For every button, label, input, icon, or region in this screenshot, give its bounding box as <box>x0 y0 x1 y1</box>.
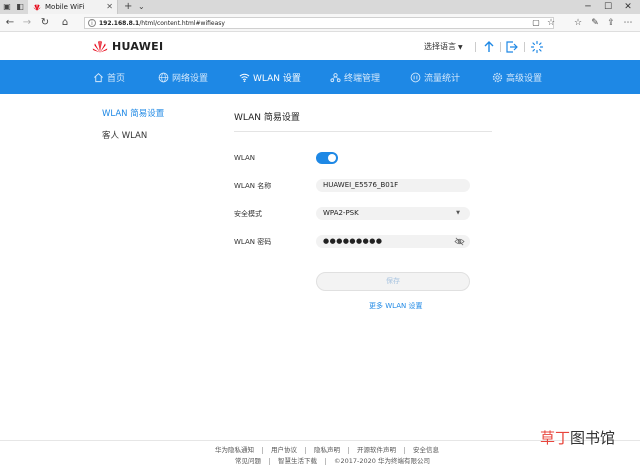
gear-icon <box>492 72 503 82</box>
nav-label: 流量统计 <box>424 73 461 84</box>
eye-hidden-icon[interactable] <box>454 237 465 246</box>
toggle-knob <box>328 154 336 162</box>
footer-link-privacy-notice[interactable]: 华为隐私通知 <box>215 445 254 455</box>
reading-view-icon[interactable]: ▢ <box>530 17 542 29</box>
sidebar-item-wlan-easy-setup[interactable]: WLAN 简易设置 <box>102 108 164 120</box>
browser-tab-bar: ▣ ◧ Mobile WiFi ✕ + ⌄ ─ ☐ ✕ <box>0 0 640 14</box>
tab-actions-icon[interactable]: ▣ <box>2 2 12 12</box>
wifi-icon <box>239 73 250 82</box>
url-text: 192.168.8.1/html/content.html#wifieasy <box>99 18 225 29</box>
url-field[interactable]: i 192.168.8.1/html/content.html#wifieasy <box>84 17 554 29</box>
footer-links-row-1: 华为隐私通知 用户协议 隐私声明 开源软件声明 安全信息 <box>215 445 439 455</box>
caret-down-icon: ▼ <box>456 210 460 216</box>
site-info-icon[interactable]: i <box>88 19 96 27</box>
devices-icon <box>330 72 341 82</box>
minimize-icon[interactable]: ─ <box>578 0 598 14</box>
nav-item-traffic-statistics[interactable]: 流量统计 <box>410 60 460 94</box>
favorites-icon[interactable]: ☆ <box>572 17 584 29</box>
star-icon[interactable]: ☆ <box>545 17 557 29</box>
tab-close-icon[interactable]: ✕ <box>106 1 113 13</box>
home-icon[interactable]: ⌂ <box>58 16 72 30</box>
header-separator <box>500 42 501 52</box>
nav-item-wlan-settings[interactable]: WLAN 设置 <box>239 60 301 94</box>
sidebar-item-guest-wlan[interactable]: 客人 WLAN <box>102 130 147 142</box>
watermark-part2: 图书馆 <box>570 429 616 447</box>
footer-link-app-download[interactable]: 智慧生活下载 <box>278 456 317 466</box>
site-header: HUAWEI 选择语言 ▼ <box>0 33 640 60</box>
footer-link-privacy-statement[interactable]: 隐私声明 <box>314 445 340 455</box>
nav-label: 网络设置 <box>172 73 209 84</box>
language-label: 选择语言 <box>424 42 456 51</box>
pen-icon[interactable]: ✎ <box>589 17 601 29</box>
password-value: ●●●●●●●●● <box>323 237 383 245</box>
globe-icon <box>158 72 169 82</box>
footer-link-open-source[interactable]: 开源软件声明 <box>357 445 396 455</box>
back-arrow-icon[interactable]: ← <box>3 16 17 30</box>
caret-down-icon: ▼ <box>458 44 463 51</box>
security-mode-label: 安全模式 <box>234 210 262 218</box>
nav-item-device-management[interactable]: 终端管理 <box>330 60 380 94</box>
tab-list-chevron-icon[interactable]: ⌄ <box>138 0 145 14</box>
footer-copyright: ©2017-2020 华为终端有限公司 <box>334 457 430 465</box>
nav-label: 高级设置 <box>506 73 543 84</box>
nav-label: 首页 <box>107 73 126 84</box>
loading-spinner-icon <box>530 40 544 54</box>
browser-tab[interactable]: Mobile WiFi ✕ <box>28 0 118 14</box>
page-title: WLAN 简易设置 <box>234 113 300 123</box>
watermark: 草丁图书馆 <box>540 428 615 448</box>
header-separator <box>475 42 476 52</box>
save-button[interactable]: 保存 <box>316 272 470 291</box>
more-wlan-settings-link[interactable]: 更多 WLAN 设置 <box>369 301 422 311</box>
nav-label: 终端管理 <box>344 73 381 84</box>
ssid-value: HUAWEI_E5576_B01F <box>323 181 399 189</box>
huawei-logo <box>92 40 108 53</box>
password-input[interactable]: ●●●●●●●●● <box>316 235 470 248</box>
window-close-icon[interactable]: ✕ <box>618 0 638 14</box>
ssid-input[interactable]: HUAWEI_E5576_B01F <box>316 179 470 192</box>
ssid-label: WLAN 名称 <box>234 182 272 190</box>
wlan-label: WLAN <box>234 154 256 162</box>
huawei-favicon-icon <box>33 4 41 11</box>
nav-item-network-settings[interactable]: 网络设置 <box>158 60 208 94</box>
title-divider <box>234 131 492 132</box>
wlan-toggle[interactable] <box>316 152 338 164</box>
url-host: 192.168.8.1 <box>99 20 140 27</box>
brand-name: HUAWEI <box>112 40 164 53</box>
language-selector[interactable]: 选择语言 ▼ <box>424 41 463 54</box>
main-nav: 首页 网络设置 WLAN 设置 终端管理 流量统计 高级设置 <box>0 60 640 94</box>
footer-link-user-agreement[interactable]: 用户协议 <box>271 445 297 455</box>
logout-icon[interactable] <box>505 40 519 54</box>
security-mode-select[interactable]: WPA2-PSK ▼ <box>316 207 470 220</box>
nav-item-home[interactable]: 首页 <box>93 60 125 94</box>
watermark-part1: 草丁 <box>540 429 571 447</box>
new-tab-icon[interactable]: + <box>124 0 132 14</box>
maximize-icon[interactable]: ☐ <box>598 0 618 14</box>
tab-title: Mobile WiFi <box>45 3 85 11</box>
refresh-icon[interactable]: ↻ <box>38 16 52 30</box>
nav-item-advanced-settings[interactable]: 高级设置 <box>492 60 542 94</box>
more-icon[interactable]: ⋯ <box>622 17 634 29</box>
data-usage-icon <box>410 72 421 82</box>
share-icon[interactable]: ⇪ <box>605 17 617 29</box>
nav-label: WLAN 设置 <box>253 73 301 84</box>
upload-arrow-icon[interactable] <box>482 40 496 54</box>
password-label: WLAN 密码 <box>234 238 272 246</box>
footer-link-faq[interactable]: 常见问题 <box>235 456 261 466</box>
security-mode-value: WPA2-PSK <box>323 209 359 217</box>
footer-link-security-info[interactable]: 安全信息 <box>413 445 439 455</box>
footer-links-row-2: 常见问题 智慧生活下载 ©2017-2020 华为终端有限公司 <box>235 456 430 466</box>
header-separator <box>524 42 525 52</box>
home-icon <box>94 72 103 82</box>
forward-arrow-icon[interactable]: → <box>20 16 34 30</box>
tab-preview-icon[interactable]: ◧ <box>15 2 25 12</box>
address-bar-row: ← → ↻ ⌂ i 192.168.8.1/html/content.html#… <box>0 14 640 32</box>
url-path: /html/content.html#wifieasy <box>139 20 225 27</box>
